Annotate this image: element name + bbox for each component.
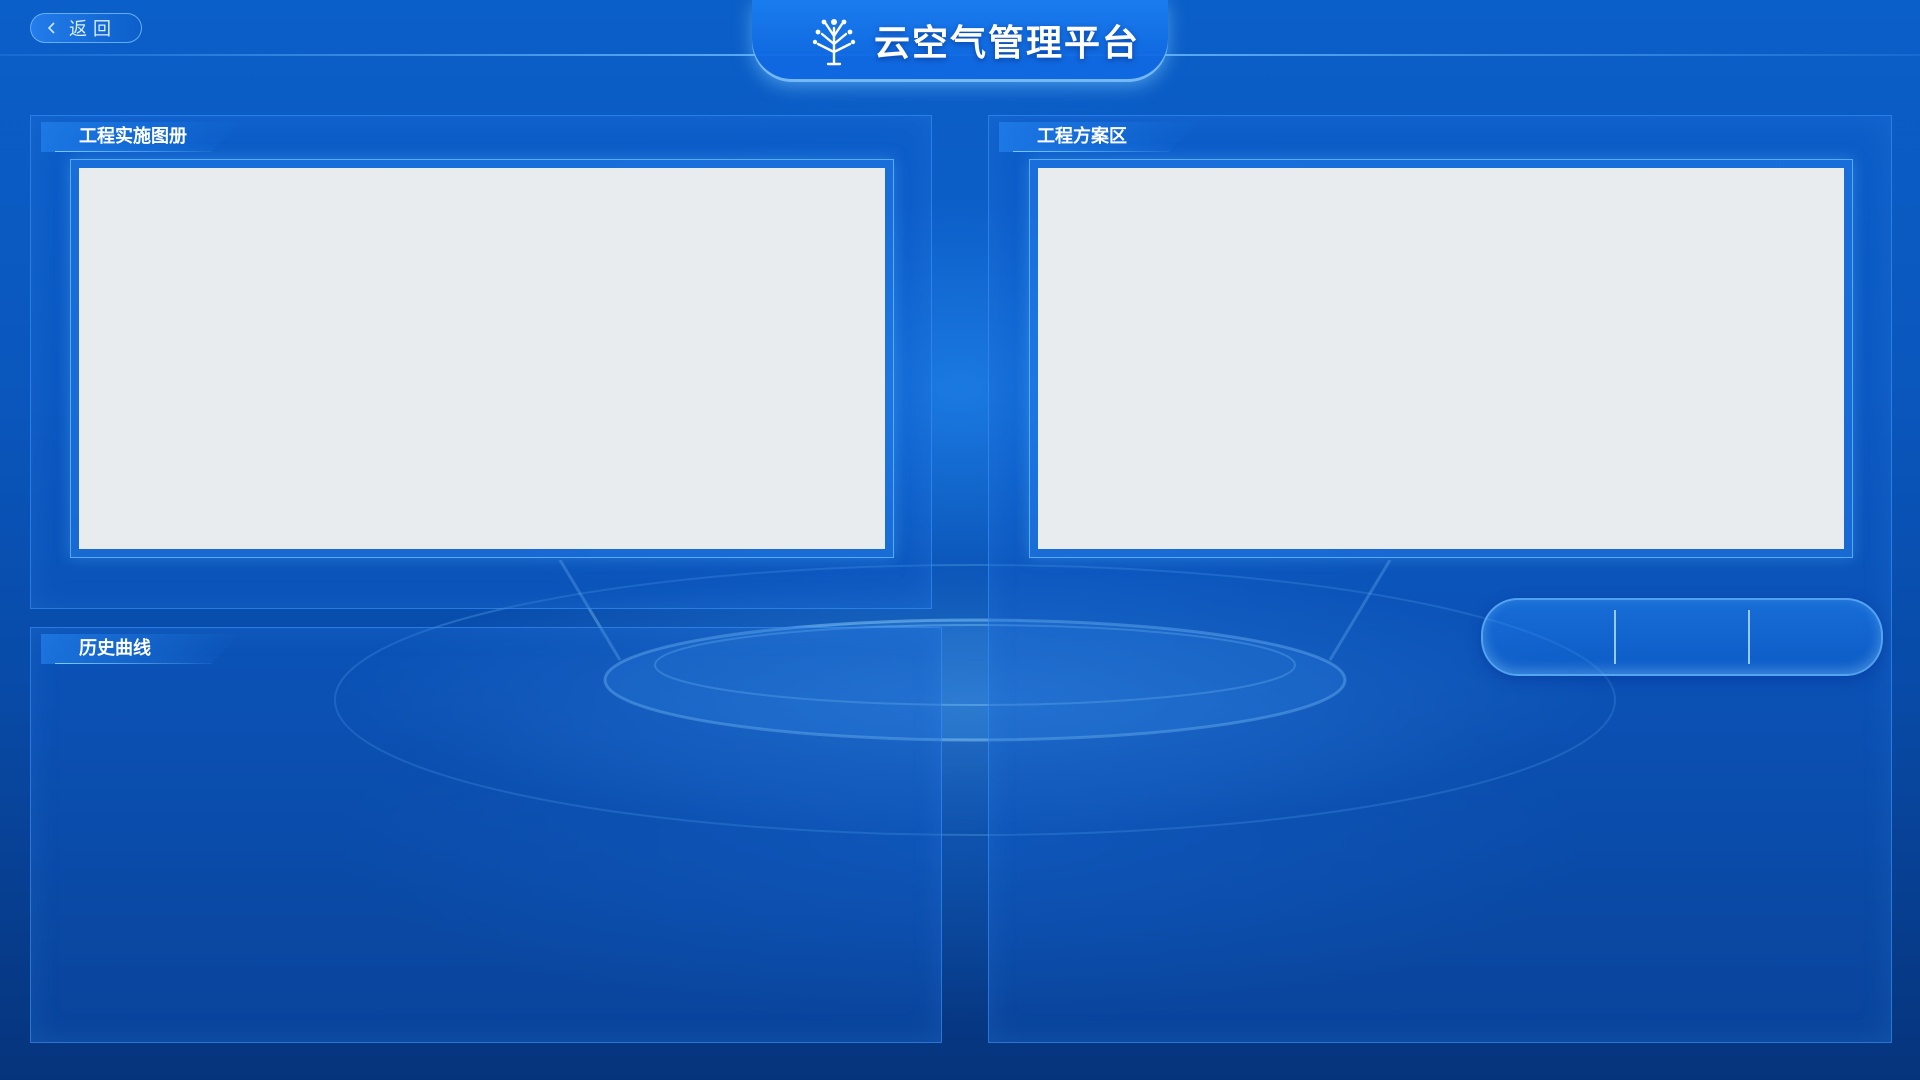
plan-tab-group [1481, 598, 1883, 676]
back-label: 返回 [69, 19, 117, 40]
tree-icon [812, 19, 856, 66]
gallery-image-placeholder [79, 168, 885, 549]
history-panel: 历史曲线 [30, 627, 942, 1043]
plans-panel-title: 工程方案区 [999, 122, 1199, 152]
plans-panel: 工程方案区 [988, 115, 1892, 1043]
plans-image-frame[interactable] [1029, 159, 1853, 558]
plan-tab-3[interactable] [1750, 600, 1881, 674]
gallery-panel: 工程实施图册 [30, 115, 932, 609]
plan-tab-2[interactable] [1616, 600, 1747, 674]
back-button[interactable]: 返回 [30, 13, 142, 43]
gallery-panel-title: 工程实施图册 [41, 122, 241, 152]
plan-tab-1[interactable] [1483, 600, 1614, 674]
plans-image-placeholder [1038, 168, 1844, 549]
history-panel-title: 历史曲线 [41, 634, 241, 664]
app-header: 云空气管理平台 [810, 14, 1140, 66]
app-title: 云空气管理平台 [874, 23, 1141, 64]
chevron-left-icon [47, 22, 55, 34]
gallery-image-frame[interactable] [70, 159, 894, 558]
